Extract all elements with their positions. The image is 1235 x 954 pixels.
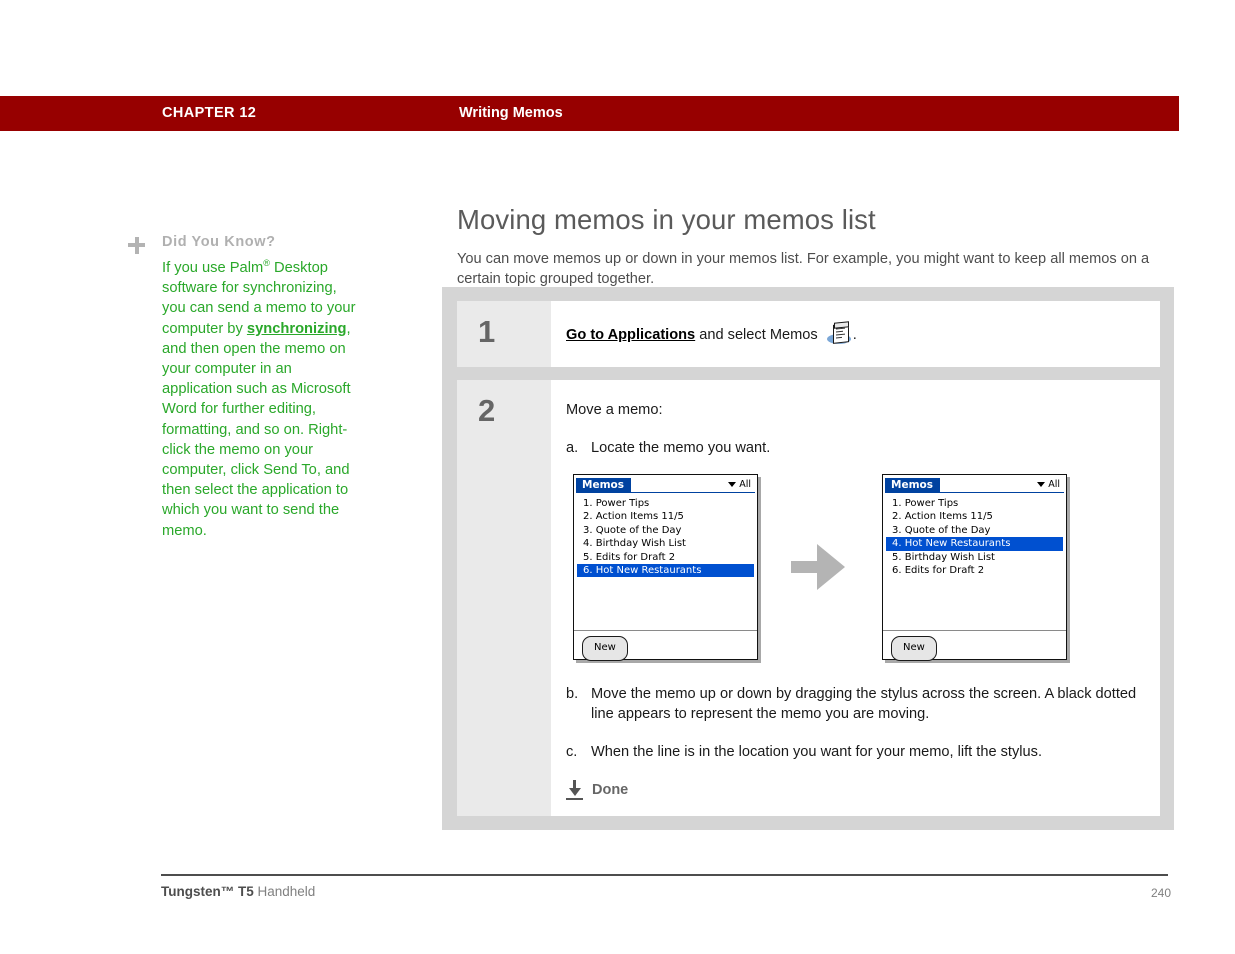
new-button[interactable]: New [582,636,628,661]
palm-after-titlebar: Memos All [885,477,1064,493]
list-item[interactable]: 3. Quote of the Day [886,524,1063,537]
did-you-know-sidebar: Did You Know? If you use Palm® Desktop s… [128,234,360,539]
list-item[interactable]: 5. Birthday Wish List [886,551,1063,564]
step-2-item-a: a. Locate the memo you want. [566,438,1144,458]
palm-before-memo-list: 1. Power Tips 2. Action Items 11/5 3. Qu… [574,497,757,578]
palm-after-category-picker[interactable]: All [1037,475,1064,495]
sidebar-body: If you use Palm® Desktop software for sy… [162,258,358,541]
palm-screenshot-after: Memos All 1. Power Tips 2. Action Items … [882,474,1067,661]
step-2-item-c-label: c. [566,744,578,760]
memos-app-icon [826,321,852,345]
list-item-selected[interactable]: 6. Hot New Restaurants [577,564,754,578]
list-item[interactable]: 4. Birthday Wish List [577,537,754,550]
step-2-item-b-label: b. [566,686,579,702]
chevron-down-icon [728,482,737,487]
list-item[interactable]: 2. Action Items 11/5 [577,510,754,523]
palm-before-app-title: Memos [576,477,631,492]
step-1-number: 1 [457,301,551,367]
footer-product: Tungsten™ T5 Handheld [161,884,315,899]
palm-before-footer: New [574,630,757,661]
step-2-item-c: c. When the line is in the location you … [566,742,1144,762]
sidebar-title: Did You Know? [162,234,276,250]
footer-product-name: Tungsten™ T5 [161,884,254,899]
done-label: Done [592,782,629,798]
sidebar-text-part-1: If you use Palm [162,260,264,276]
chapter-title: Writing Memos [459,105,563,121]
palm-before-titlebar: Memos All [576,477,755,493]
list-item-selected[interactable]: 4. Hot New Restaurants [886,537,1063,551]
screenshot-comparison: Memos All 1. Power Tips 2. Action Items … [573,474,1144,661]
palm-after-category-label: All [1048,478,1060,490]
list-item[interactable]: 5. Edits for Draft 2 [577,551,754,564]
list-item[interactable]: 6. Edits for Draft 2 [886,564,1063,577]
footer-product-suffix: Handheld [253,884,316,899]
footer-divider [161,874,1168,876]
step-2-item-c-text: When the line is in the location you wan… [591,744,1042,760]
step-1-text-end: . [852,327,857,343]
step-2-heading: Move a memo: [566,402,663,418]
step-2-number: 2 [457,380,551,816]
step-1: 1 Go to Applications and select Memos . [457,301,1160,367]
new-button[interactable]: New [891,636,937,661]
step-2-body: Move a memo: a. Locate the memo you want… [551,380,1160,816]
down-arrow-icon [566,780,583,800]
palm-after-footer: New [883,630,1066,661]
palm-before-category-picker[interactable]: All [728,475,755,495]
right-arrow-icon [791,544,849,590]
sidebar-header: Did You Know? [128,234,360,256]
list-item[interactable]: 2. Action Items 11/5 [886,510,1063,523]
sidebar-text-part-3: , and then open the memo on your compute… [162,320,351,539]
palm-after-app-title: Memos [885,477,940,492]
palm-after-memo-list: 1. Power Tips 2. Action Items 11/5 3. Qu… [883,497,1066,577]
steps-container: 1 Go to Applications and select Memos . … [442,287,1174,830]
step-2-item-a-text: Locate the memo you want. [591,440,771,456]
list-item[interactable]: 1. Power Tips [577,497,754,510]
done-marker: Done [566,780,1144,800]
intro-paragraph: You can move memos up or down in your me… [457,250,1150,288]
transition-arrow [780,544,860,590]
synchronizing-link[interactable]: synchronizing [247,321,347,337]
step-2-item-a-label: a. [566,440,579,456]
page-number: 240 [1150,886,1171,900]
palm-screenshot-before: Memos All 1. Power Tips 2. Action Items … [573,474,758,661]
step-2-item-b: b. Move the memo up or down by dragging … [566,684,1144,724]
list-item[interactable]: 3. Quote of the Day [577,524,754,537]
chevron-down-icon [1037,482,1046,487]
list-item[interactable]: 1. Power Tips [886,497,1063,510]
registered-mark: ® [263,258,270,269]
step-1-text: and select Memos [695,327,822,343]
step-2: 2 Move a memo: a. Locate the memo you wa… [457,380,1160,816]
step-2-item-b-text: Move the memo up or down by dragging the… [591,686,1137,722]
go-to-applications-link[interactable]: Go to Applications [566,327,695,343]
plus-icon [128,237,145,254]
page-title: Moving memos in your memos list [457,204,876,236]
step-1-body: Go to Applications and select Memos . [551,301,1160,367]
palm-before-category-label: All [739,478,751,490]
chapter-label: CHAPTER 12 [162,105,257,121]
